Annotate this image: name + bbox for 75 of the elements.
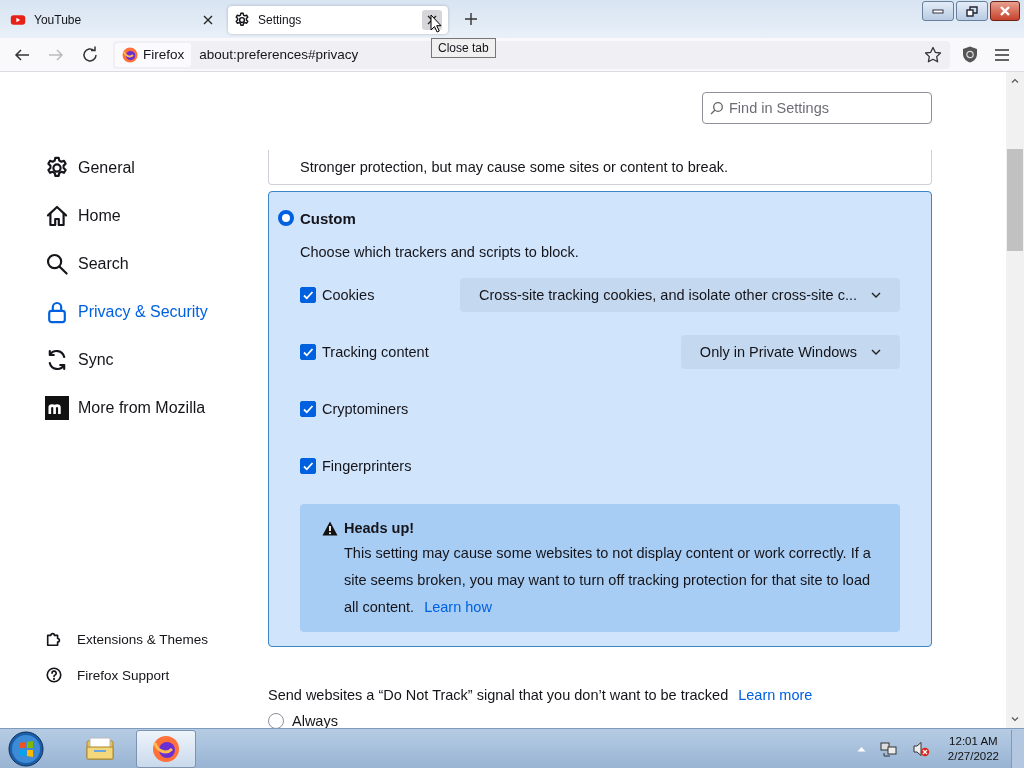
dropdown[interactable]: Cross-site tracking cookies, and isolate other cross-site c... [460, 277, 900, 312]
help-icon [45, 666, 63, 684]
sidebar-item[interactable]: Sync [45, 336, 268, 384]
sidebar-link[interactable]: Extensions & Themes [45, 621, 268, 657]
learn-more-link[interactable]: Learn more [738, 687, 813, 703]
browser-tab[interactable]: YouTube [4, 6, 224, 34]
scrollbar-thumb[interactable] [1007, 149, 1023, 251]
warning-icon [322, 520, 338, 536]
minimize-icon [932, 8, 944, 14]
tooltip: Close tab [431, 38, 496, 58]
close-window-button[interactable] [990, 1, 1020, 21]
close-icon [427, 15, 437, 25]
browser-logo-icon [122, 46, 138, 63]
search-icon [710, 101, 724, 115]
clock-time: 12:01 AM [949, 733, 998, 749]
taskbar-button[interactable] [136, 729, 196, 768]
close-icon [203, 15, 213, 25]
new-tab-icon[interactable] [464, 12, 478, 26]
dropdown[interactable]: Only in Private Windows [680, 334, 900, 369]
clock-date: 2/27/2022 [947, 748, 999, 764]
menu-icon[interactable] [994, 47, 1010, 62]
mouse-pointer-icon [430, 14, 442, 33]
sidebar-item[interactable]: Privacy & Security [45, 288, 268, 336]
scroll-down-icon [1011, 717, 1019, 722]
checkbox[interactable] [300, 343, 316, 360]
tab-title: Settings [258, 13, 303, 27]
sidebar-item[interactable]: Search [45, 240, 268, 288]
card-description: Stronger protection, but may cause some sites or content to break. [300, 159, 728, 175]
scrollbar[interactable] [1006, 72, 1024, 728]
warning-title: Heads up! [344, 520, 415, 536]
sidebar-item[interactable]: Home [45, 192, 268, 240]
reload-icon[interactable] [81, 45, 99, 64]
gear-icon [234, 12, 250, 28]
clock[interactable]: 12:01 AM 2/27/2022 [947, 733, 999, 764]
sidebar-item[interactable]: More from Mozilla [45, 384, 268, 432]
star-icon[interactable] [924, 45, 942, 64]
identity-box[interactable]: Firefox [115, 42, 192, 67]
sidebar-link[interactable]: Firefox Support [45, 657, 268, 693]
puzzle-icon [45, 630, 63, 648]
youtube-icon [10, 12, 26, 28]
option-description: Choose which trackers and scripts to block. [300, 244, 580, 262]
checkbox[interactable] [300, 400, 316, 417]
chevron-down-icon [871, 291, 881, 298]
checkbox[interactable] [300, 286, 316, 303]
volume-muted-icon[interactable] [911, 739, 930, 758]
start-button-icon[interactable] [8, 730, 44, 767]
close-icon [999, 6, 1011, 16]
network-icon[interactable] [879, 739, 898, 758]
scroll-up-icon [1011, 78, 1019, 83]
minimize-button[interactable] [922, 1, 954, 21]
checkbox-label: Cryptominers [322, 400, 409, 417]
restore-icon [966, 5, 978, 17]
warning-text: This setting may cause some websites to not display content or work correctly. If a site seems broken, you may want to turn off tracking protection for that site to load all content. Learn how [344, 544, 872, 617]
identity-label: Firefox [143, 47, 185, 62]
tab-title: YouTube [34, 13, 83, 27]
checkbox-label: Fingerprinters [322, 457, 412, 474]
gear-icon [45, 156, 69, 180]
dnt-description: Send websites a “Do Not Track” signal that you don’t want to be tracked [268, 687, 729, 703]
option-label: Custom [300, 209, 356, 227]
search-field[interactable]: Find in Settings [702, 92, 932, 124]
checkbox-label: Tracking content [322, 343, 429, 360]
sidebar-item[interactable]: General [45, 144, 268, 192]
home-icon [45, 204, 69, 228]
search-icon [45, 252, 69, 276]
shield-icon[interactable] [962, 46, 978, 63]
browser-tab[interactable]: Settings [228, 6, 448, 34]
radio-button[interactable] [278, 210, 294, 226]
lock-icon [45, 300, 69, 324]
radio-button[interactable] [268, 713, 284, 728]
checkbox-label: Cookies [322, 286, 375, 303]
checkbox[interactable] [300, 457, 316, 474]
url-text: about:preferences#privacy [199, 47, 359, 62]
restore-button[interactable] [956, 1, 988, 21]
chevron-down-icon [871, 348, 881, 355]
mozilla-logo-icon [45, 396, 69, 420]
